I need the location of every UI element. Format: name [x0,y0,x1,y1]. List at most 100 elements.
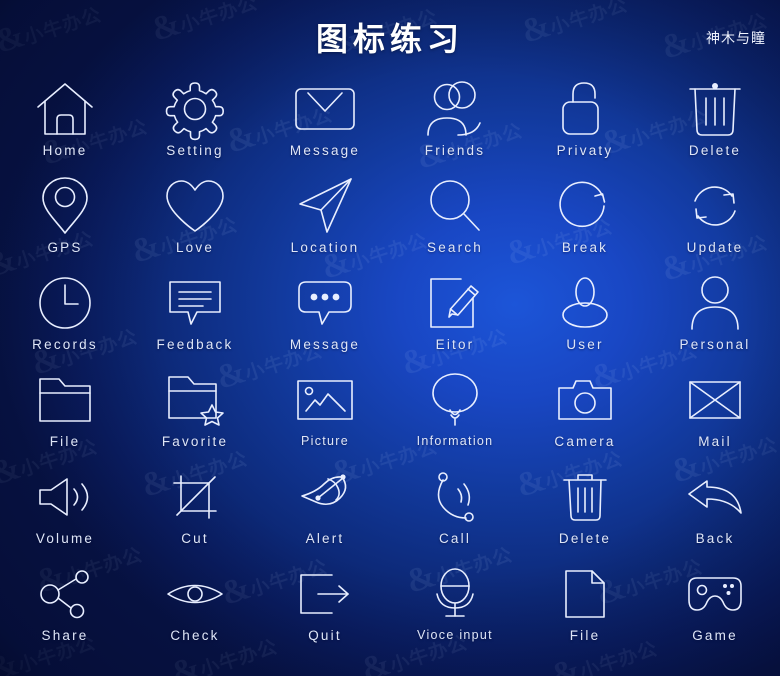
speech-bubble-lines-icon [167,272,223,334]
icon-label: Message [289,143,361,158]
icon-cell-delete-top[interactable]: Delete [650,74,780,171]
envelope-icon [294,78,356,140]
icon-cell-update[interactable]: Update [650,171,780,268]
icon-cell-back[interactable]: Back [650,462,780,559]
icon-label: Privaty [556,143,614,158]
icon-grid: Home Setting Message Friends Privaty Del… [0,74,780,656]
icon-label: File [49,434,81,449]
folder-icon [37,369,93,431]
map-pin-icon [41,175,89,237]
icon-cell-mail[interactable]: Mail [650,365,780,462]
home-icon [34,78,96,140]
icon-cell-message-envelope[interactable]: Message [260,74,390,171]
icon-label: Home [42,143,88,158]
icon-label: Alert [305,531,345,546]
camera-icon [556,369,614,431]
icon-cell-search[interactable]: Search [390,171,520,268]
icon-cell-delete-bottom[interactable]: Delete [520,462,650,559]
icon-cell-voice-input[interactable]: Vioce input [390,559,520,656]
icon-cell-file-document[interactable]: File [520,559,650,656]
icon-label: Call [438,531,472,546]
icon-cell-message-chat[interactable]: Message [260,268,390,365]
icon-cell-favorite[interactable]: Favorite [130,365,260,462]
icon-cell-share[interactable]: Share [0,559,130,656]
icon-label: Search [427,240,483,255]
icon-label: Delete [558,531,612,546]
navigation-arrow-icon [296,175,354,237]
icon-cell-quit[interactable]: Quit [260,559,390,656]
icon-label: Message [289,337,361,352]
heart-icon [165,175,225,237]
person-icon [689,272,741,334]
icon-label: Location [290,240,360,255]
icon-label: File [569,628,601,643]
icon-label: User [566,337,604,352]
balloon-icon [430,369,480,431]
gear-icon [166,78,224,140]
circular-arrow-icon [558,175,612,237]
icon-label: Friends [424,143,486,158]
icon-cell-picture[interactable]: Picture [260,365,390,462]
icon-cell-editor[interactable]: Eitor [390,268,520,365]
icon-label: GPS [47,240,83,255]
sheet-header: 图标练习 神木与瞳 [0,0,780,68]
icon-label: Break [561,240,609,255]
icon-label: Volume [35,531,95,546]
icon-label: Camera [554,434,616,449]
icon-cell-user[interactable]: User [520,268,650,365]
icon-label: Delete [688,143,742,158]
microphone-icon [430,563,480,625]
eye-icon [165,563,225,625]
magnifier-icon [428,175,482,237]
icon-cell-home[interactable]: Home [0,74,130,171]
icon-cell-cut[interactable]: Cut [130,462,260,559]
icon-cell-volume[interactable]: Volume [0,462,130,559]
icon-label: Records [32,337,98,352]
icon-cell-information[interactable]: Information [390,365,520,462]
icon-label: Mail [698,434,732,449]
icon-cell-file-folder[interactable]: File [0,365,130,462]
image-frame-icon [295,369,355,431]
icon-label: Setting [166,143,224,158]
bell-icon [298,466,352,528]
chat-bubble-dots-icon [296,272,354,334]
icon-label: Eitor [435,337,475,352]
icon-cell-game[interactable]: Game [650,559,780,656]
icon-cell-privacy[interactable]: Privaty [520,74,650,171]
icon-cell-break[interactable]: Break [520,171,650,268]
icon-label: Picture [300,434,349,448]
icon-cell-love[interactable]: Love [130,171,260,268]
icon-cell-camera[interactable]: Camera [520,365,650,462]
icon-cell-alert[interactable]: Alert [260,462,390,559]
icon-label: Share [41,628,89,643]
trash-can-icon [560,466,610,528]
document-icon [563,563,607,625]
icon-label: Love [175,240,215,255]
icon-cell-gps[interactable]: GPS [0,171,130,268]
icon-sheet-canvas: &小牛办公 &小牛办公 &小牛办公 &小牛办公 &小牛办公 &小牛办公 &小牛办… [0,0,780,676]
icon-cell-call[interactable]: Call [390,462,520,559]
icon-label: Back [695,531,735,546]
icon-cell-setting[interactable]: Setting [130,74,260,171]
mail-envelope-icon [687,369,743,431]
icon-cell-friends[interactable]: Friends [390,74,520,171]
icon-cell-records[interactable]: Records [0,268,130,365]
crop-icon [171,466,219,528]
gamepad-icon [685,563,745,625]
phone-handset-icon [431,466,479,528]
icon-cell-feedback[interactable]: Feedback [130,268,260,365]
icon-label: Check [170,628,220,643]
icon-cell-personal[interactable]: Personal [650,268,780,365]
refresh-double-arrow-icon [688,175,742,237]
icon-cell-check[interactable]: Check [130,559,260,656]
pencil-square-icon [428,272,482,334]
two-people-icon [425,78,485,140]
icon-label: Cut [181,531,209,546]
icon-cell-location[interactable]: Location [260,171,390,268]
icon-label: Game [692,628,738,643]
exit-arrow-icon [298,563,352,625]
clock-icon [38,272,92,334]
icon-label: Vioce input [417,628,493,642]
icon-label: Feedback [156,337,234,352]
user-bust-icon [560,272,610,334]
